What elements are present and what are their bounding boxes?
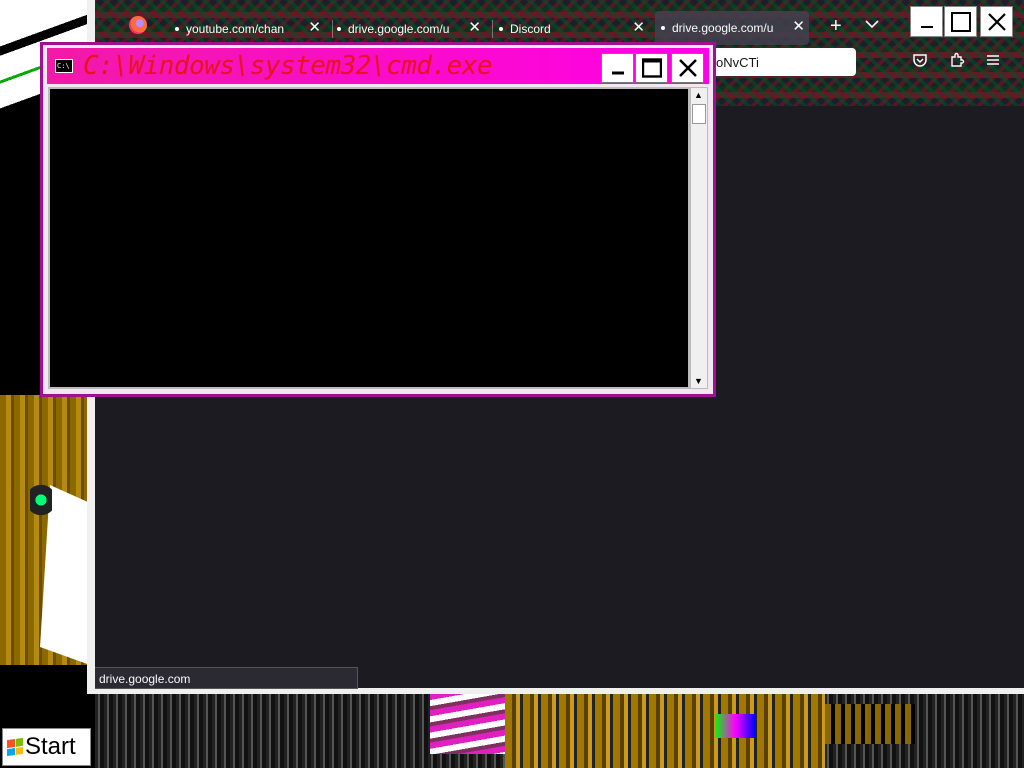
scrollbar-thumb[interactable] xyxy=(692,104,706,124)
minimize-icon xyxy=(920,25,933,28)
tab-separator xyxy=(492,20,493,38)
minimize-button[interactable] xyxy=(910,6,943,37)
tab-drive-1[interactable]: drive.google.com/u ✕ xyxy=(337,12,485,46)
firefox-icon[interactable] xyxy=(129,16,147,34)
close-icon xyxy=(987,12,1006,31)
puzzle-icon xyxy=(951,52,965,67)
glitch-artifact-bottom xyxy=(95,694,1024,768)
minimize-icon xyxy=(611,71,624,75)
maximize-button[interactable] xyxy=(944,6,977,37)
tab-indicator-dot xyxy=(175,27,179,31)
tab-drive-active[interactable]: drive.google.com/u ✕ xyxy=(655,11,809,45)
tab-separator xyxy=(332,20,333,38)
tab-label: drive.google.com/u xyxy=(672,21,774,35)
url-text: oNvCTi xyxy=(716,54,759,70)
pocket-icon xyxy=(913,54,927,67)
cmd-maximize-button[interactable] xyxy=(635,53,668,83)
pocket-button[interactable] xyxy=(910,52,930,72)
tab-discord[interactable]: Discord ✕ xyxy=(499,12,649,46)
cmd-app-icon[interactable]: C:\ xyxy=(55,59,73,73)
extensions-button[interactable] xyxy=(947,52,967,72)
cmd-close-button[interactable] xyxy=(671,53,704,83)
cmd-console-output[interactable] xyxy=(48,87,690,389)
start-label: Start xyxy=(25,733,76,760)
close-tab-icon[interactable]: ✕ xyxy=(308,20,321,35)
cmd-minimize-button[interactable] xyxy=(601,53,634,83)
close-button[interactable] xyxy=(980,6,1013,37)
tab-label: Discord xyxy=(510,22,551,36)
status-bar-url: drive.google.com xyxy=(95,667,358,689)
tab-indicator-dot xyxy=(499,27,503,31)
list-all-tabs-button[interactable] xyxy=(865,16,879,32)
tab-youtube[interactable]: youtube.com/chan ✕ xyxy=(175,12,325,46)
tab-label: youtube.com/chan xyxy=(186,22,285,36)
cmd-vertical-scrollbar[interactable]: ▲ ▼ xyxy=(690,87,708,389)
cmd-titlebar[interactable]: C:\ C:\Windows\system32\cmd.exe xyxy=(47,48,709,84)
tab-indicator-dot xyxy=(337,27,341,31)
tab-indicator-dot xyxy=(661,26,665,30)
close-tab-icon[interactable]: ✕ xyxy=(632,20,645,35)
app-menu-button[interactable] xyxy=(983,52,1003,72)
tab-label: drive.google.com/u xyxy=(348,22,450,36)
close-tab-icon[interactable]: ✕ xyxy=(792,19,805,34)
glitch-artifact-left xyxy=(0,395,90,665)
close-tab-icon[interactable]: ✕ xyxy=(468,20,481,35)
hamburger-icon xyxy=(987,55,999,65)
scroll-up-arrow-icon[interactable]: ▲ xyxy=(694,90,703,100)
windows-logo-icon xyxy=(7,737,23,757)
start-button[interactable]: Start xyxy=(2,728,91,766)
scroll-down-arrow-icon[interactable]: ▼ xyxy=(694,376,703,386)
url-bar[interactable]: oNvCTi xyxy=(710,48,856,76)
maximize-icon xyxy=(950,11,971,32)
close-icon xyxy=(678,59,697,77)
cmd-window: C:\ C:\Windows\system32\cmd.exe ▲ ▼ xyxy=(40,42,716,397)
chevron-down-icon xyxy=(865,20,879,29)
maximize-icon xyxy=(641,58,662,78)
cmd-title: C:\Windows\system32\cmd.exe xyxy=(83,51,493,81)
new-tab-button[interactable]: + xyxy=(830,16,842,36)
